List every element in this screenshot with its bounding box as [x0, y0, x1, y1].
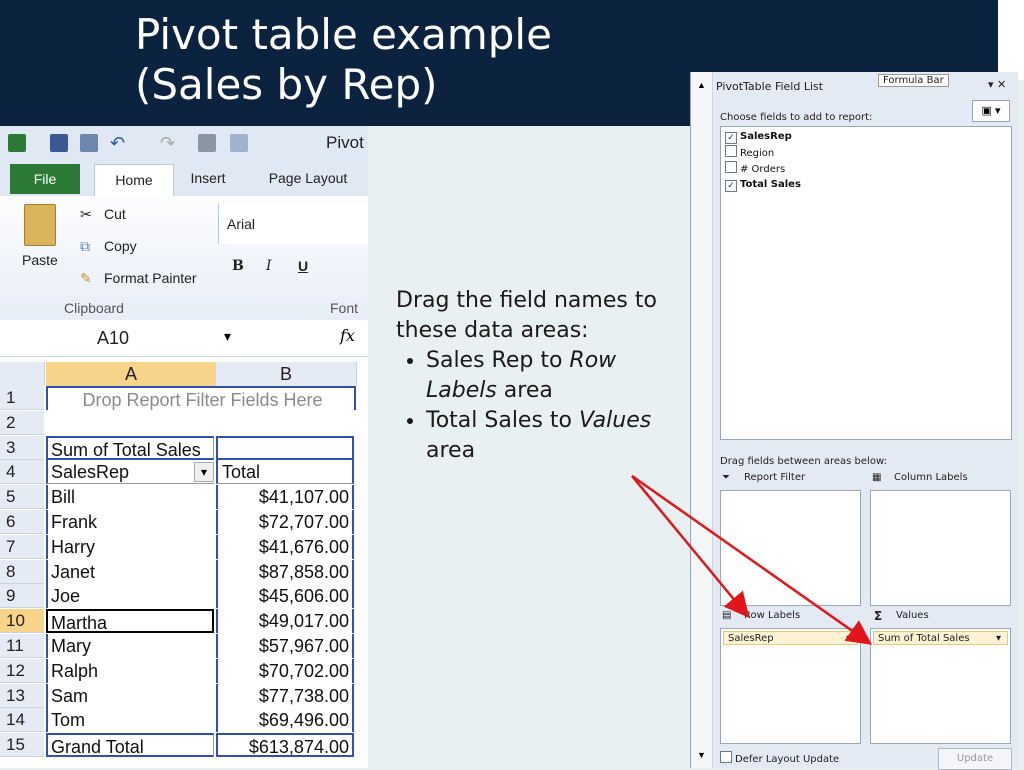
arrows-overlay [631, 474, 873, 645]
arrow-to-values [631, 474, 873, 645]
